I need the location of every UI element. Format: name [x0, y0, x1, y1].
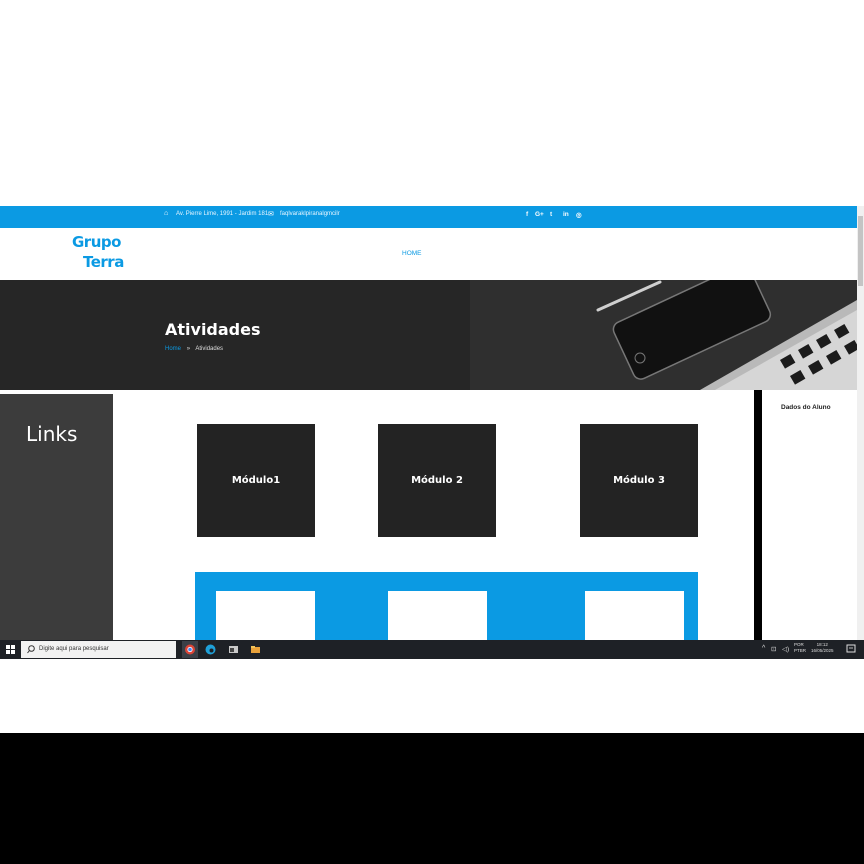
email-link[interactable]: faqlvaraklpiranalgmcilr	[280, 211, 340, 217]
site-header: Grupo Terra HOME	[0, 228, 857, 280]
site-logo-line2[interactable]: Terra	[83, 253, 124, 271]
taskbar-edge-app[interactable]	[204, 643, 217, 656]
email-icon: ✉	[268, 211, 274, 218]
right-sidebar-divider	[754, 390, 762, 640]
module-3-label: Módulo 3	[613, 475, 665, 486]
edge-icon	[205, 644, 216, 655]
scrollbar-thumb[interactable]	[858, 216, 863, 286]
taskbar-search-box[interactable]: Digite aqui para pesquisar	[21, 641, 176, 658]
module-2-label: Módulo 2	[411, 475, 463, 486]
top-contact-bar: ⌂ Av. Pierre Lime, 1991 - Jardim 181 ✉ f…	[0, 206, 857, 228]
module-2-card[interactable]: Módulo 2	[378, 424, 496, 537]
breadcrumb-home-link[interactable]: Home	[165, 346, 181, 352]
module-3-card[interactable]: Módulo 3	[580, 424, 698, 537]
white-box-3	[585, 591, 684, 640]
clock-date: 16/05/2025	[811, 648, 834, 653]
window-app-icon	[229, 646, 238, 653]
page-hero: Atividades Home » Atividades	[0, 280, 857, 390]
tray-chevron-icon[interactable]: ^	[762, 645, 765, 652]
taskbar-chrome-app[interactable]	[182, 641, 198, 658]
links-title: Links	[26, 422, 78, 446]
google-plus-icon[interactable]: G+	[535, 211, 544, 218]
breadcrumb: Home » Atividades	[165, 346, 223, 352]
breadcrumb-separator: »	[186, 346, 191, 352]
nav-home-link[interactable]: HOME	[402, 250, 422, 257]
network-icon[interactable]: ⊡	[771, 645, 776, 653]
chrome-icon	[185, 644, 195, 655]
module-1-label: Módulo1	[231, 475, 281, 486]
instagram-icon[interactable]: ◎	[576, 211, 582, 219]
folder-icon	[251, 646, 260, 653]
module-1-card[interactable]: Módulo1	[197, 424, 315, 537]
white-box-2	[388, 591, 487, 640]
blue-section	[195, 572, 698, 640]
windows-taskbar: Digite aqui para pesquisar ^ ⊡ ◁) POR PT…	[0, 640, 864, 659]
input-language[interactable]: POR PTBR	[794, 642, 806, 654]
home-icon: ⌂	[164, 210, 169, 217]
breadcrumb-current: Atividades	[195, 346, 224, 352]
page-title: Atividades	[165, 320, 261, 339]
hero-background-image	[0, 280, 857, 390]
notifications-icon[interactable]	[846, 644, 856, 654]
letterbox-bottom	[0, 733, 864, 864]
address-text: Av. Pierre Lime, 1991 - Jardim 181	[176, 211, 269, 217]
page-scrollbar[interactable]	[857, 206, 864, 640]
search-placeholder: Digite aqui para pesquisar	[39, 646, 109, 652]
taskbar-file-explorer[interactable]	[249, 643, 262, 656]
main-content: Links Módulo1 Módulo 2 Módulo 3 Dados do…	[0, 390, 857, 640]
search-icon	[27, 645, 35, 654]
facebook-icon[interactable]: f	[526, 211, 528, 218]
keyboard-layout-label: PTBR	[794, 648, 807, 653]
site-logo-line1[interactable]: Grupo	[72, 233, 121, 251]
student-data-title: Dados do Aluno	[781, 404, 831, 411]
windows-start-icon[interactable]	[6, 645, 15, 654]
system-clock[interactable]: 18:12 16/05/2025	[811, 642, 834, 654]
white-box-1	[216, 591, 315, 640]
taskbar-app-3[interactable]	[227, 643, 240, 656]
twitter-icon[interactable]: t	[550, 211, 552, 218]
linkedin-icon[interactable]: in	[563, 211, 569, 218]
links-sidebar: Links	[0, 394, 113, 640]
volume-icon[interactable]: ◁)	[782, 645, 789, 653]
